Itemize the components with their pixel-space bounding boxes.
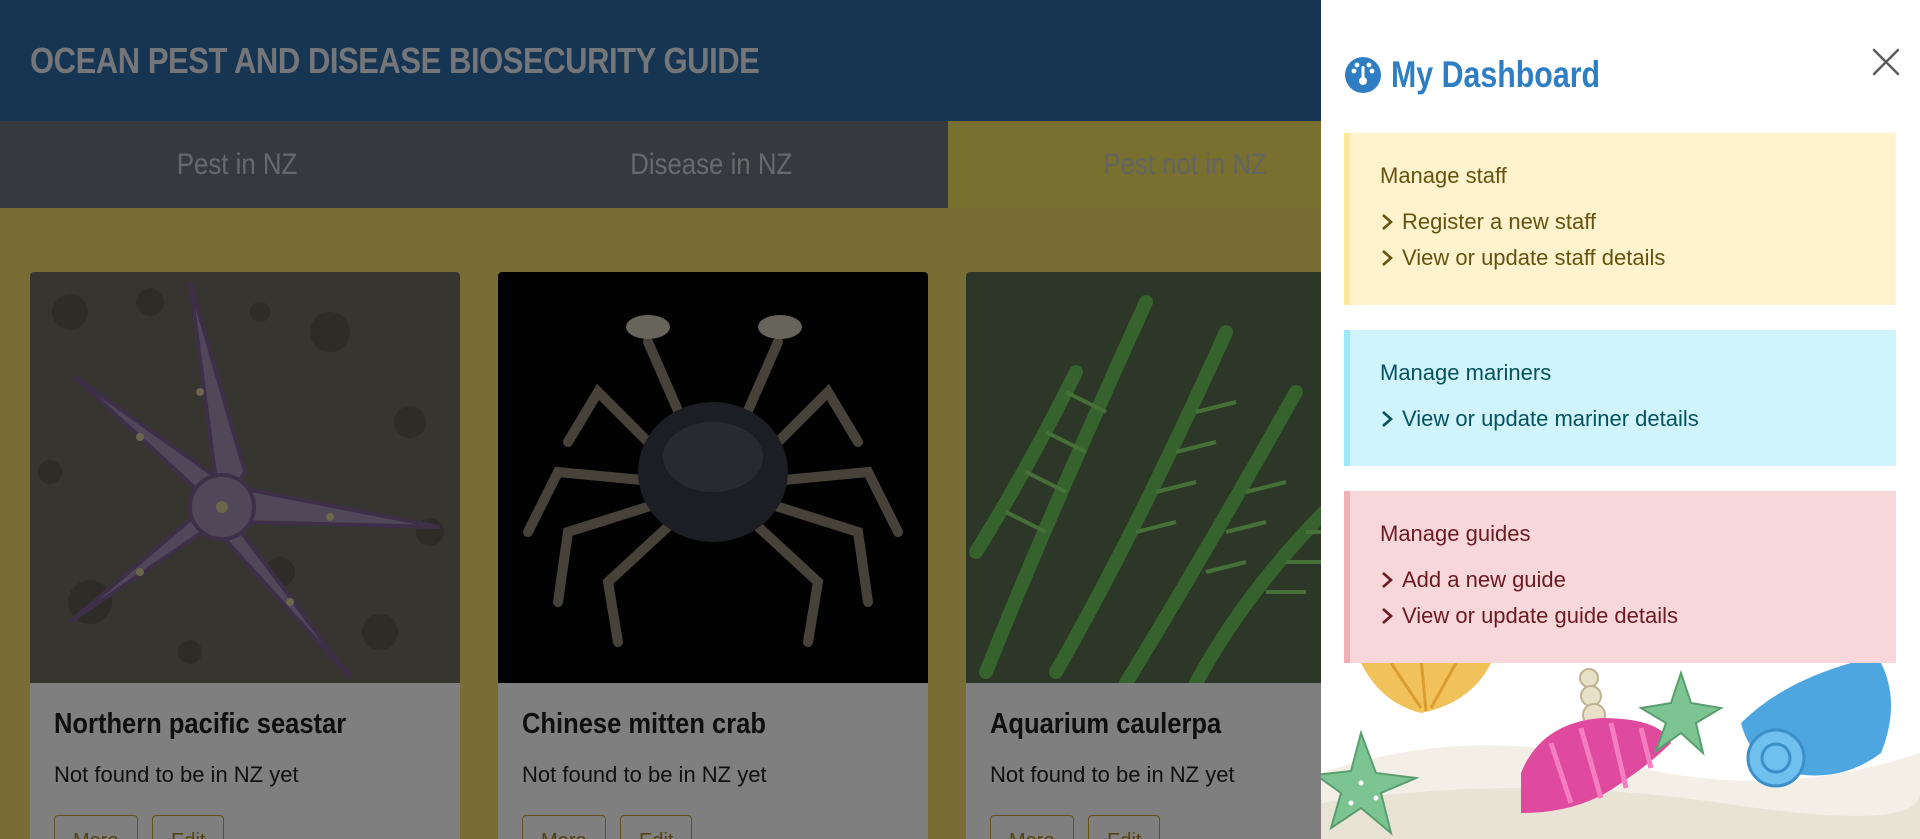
chevron-right-icon (1382, 572, 1393, 588)
view-guide-link[interactable]: View or update guide details (1380, 603, 1678, 629)
close-icon[interactable] (1870, 46, 1902, 78)
register-staff-link[interactable]: Register a new staff (1380, 209, 1596, 235)
view-staff-link[interactable]: View or update staff details (1380, 245, 1665, 271)
chevron-right-icon (1382, 250, 1393, 266)
add-guide-link[interactable]: Add a new guide (1380, 567, 1566, 593)
section-title: Manage guides (1380, 521, 1531, 546)
chevron-right-icon (1382, 411, 1393, 427)
dashboard-panel: My Dashboard Manage staff Register a new… (1321, 0, 1920, 839)
section-title: Manage staff (1380, 163, 1507, 188)
manage-guides-section: Manage guides Add a new guide View or up… (1344, 491, 1896, 663)
seashells-illustration (1321, 663, 1920, 839)
view-mariner-link[interactable]: View or update mariner details (1380, 406, 1699, 432)
chevron-right-icon (1382, 214, 1393, 230)
chevron-right-icon (1382, 608, 1393, 624)
dashboard-header: My Dashboard (1344, 54, 1646, 96)
dashboard-title: My Dashboard (1391, 54, 1601, 95)
manage-staff-section: Manage staff Register a new staff View o… (1344, 133, 1896, 305)
section-title: Manage mariners (1380, 360, 1552, 385)
dashboard-gauge-icon (1345, 57, 1381, 93)
manage-mariners-section: Manage mariners View or update mariner d… (1344, 330, 1896, 466)
